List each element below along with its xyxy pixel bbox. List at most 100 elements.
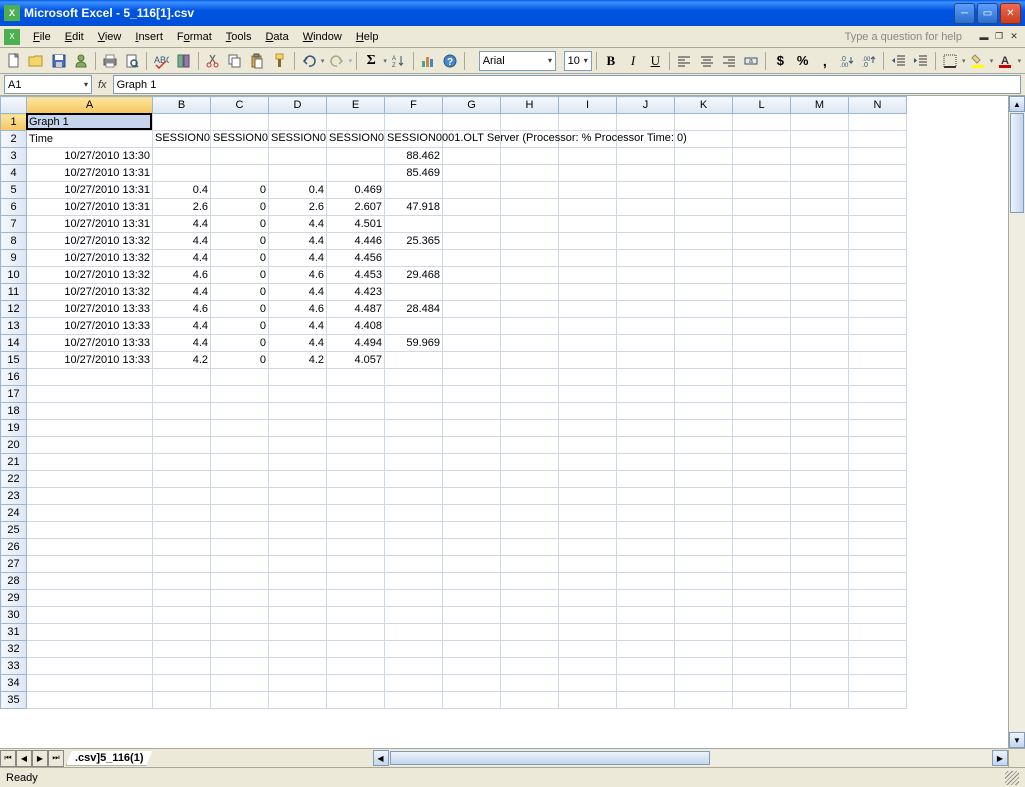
cell-D17[interactable] — [269, 386, 327, 403]
menu-insert[interactable]: Insert — [128, 29, 170, 45]
row-header-6[interactable]: 6 — [1, 199, 27, 216]
cell-I15[interactable] — [559, 352, 617, 369]
cell-A22[interactable] — [27, 471, 153, 488]
cell-K6[interactable] — [675, 199, 733, 216]
cell-E6[interactable]: 2.607 — [327, 199, 385, 216]
cell-B33[interactable] — [153, 658, 211, 675]
cell-G15[interactable] — [443, 352, 501, 369]
cell-A28[interactable] — [27, 573, 153, 590]
cell-J23[interactable] — [617, 488, 675, 505]
cell-C24[interactable] — [211, 505, 269, 522]
cell-A23[interactable] — [27, 488, 153, 505]
cell-C28[interactable] — [211, 573, 269, 590]
cell-E29[interactable] — [327, 590, 385, 607]
cell-L35[interactable] — [733, 692, 791, 709]
cell-N16[interactable] — [849, 369, 907, 386]
cell-L21[interactable] — [733, 454, 791, 471]
cell-N7[interactable] — [849, 216, 907, 233]
cell-I27[interactable] — [559, 556, 617, 573]
cell-B2[interactable]: SESSION0 — [153, 131, 211, 148]
cell-G10[interactable] — [443, 267, 501, 284]
cell-K18[interactable] — [675, 403, 733, 420]
cell-A32[interactable] — [27, 641, 153, 658]
cell-L27[interactable] — [733, 556, 791, 573]
cell-H23[interactable] — [501, 488, 559, 505]
cell-G32[interactable] — [443, 641, 501, 658]
cell-L4[interactable] — [733, 165, 791, 182]
cell-L11[interactable] — [733, 284, 791, 301]
cell-A2[interactable]: Time — [27, 131, 153, 148]
cell-L3[interactable] — [733, 148, 791, 165]
cell-F33[interactable] — [385, 658, 443, 675]
cell-N9[interactable] — [849, 250, 907, 267]
cell-E33[interactable] — [327, 658, 385, 675]
name-box[interactable]: A1▾ — [4, 75, 92, 94]
spelling-button[interactable]: ABC — [151, 50, 171, 72]
cell-M34[interactable] — [791, 675, 849, 692]
cell-L10[interactable] — [733, 267, 791, 284]
cell-K19[interactable] — [675, 420, 733, 437]
cell-C9[interactable]: 0 — [211, 250, 269, 267]
cell-N13[interactable] — [849, 318, 907, 335]
row-header-4[interactable]: 4 — [1, 165, 27, 182]
cell-D15[interactable]: 4.2 — [269, 352, 327, 369]
cell-B6[interactable]: 2.6 — [153, 199, 211, 216]
cell-G8[interactable] — [443, 233, 501, 250]
increase-indent-button[interactable] — [911, 50, 931, 72]
cell-F8[interactable]: 25.365 — [385, 233, 443, 250]
cell-G23[interactable] — [443, 488, 501, 505]
doc-restore-button[interactable]: ❐ — [992, 30, 1006, 44]
cell-E24[interactable] — [327, 505, 385, 522]
cell-M8[interactable] — [791, 233, 849, 250]
cell-J12[interactable] — [617, 301, 675, 318]
col-header-L[interactable]: L — [733, 97, 791, 114]
cell-C1[interactable] — [211, 114, 269, 131]
vertical-scroll-thumb[interactable] — [1010, 113, 1024, 213]
cell-I7[interactable] — [559, 216, 617, 233]
cell-I32[interactable] — [559, 641, 617, 658]
cell-M17[interactable] — [791, 386, 849, 403]
cell-M33[interactable] — [791, 658, 849, 675]
tab-prev-button[interactable]: ◀ — [16, 750, 32, 767]
cell-H5[interactable] — [501, 182, 559, 199]
cell-I33[interactable] — [559, 658, 617, 675]
row-header-13[interactable]: 13 — [1, 318, 27, 335]
horizontal-scroll-thumb[interactable] — [390, 751, 710, 765]
col-header-I[interactable]: I — [559, 97, 617, 114]
cell-H1[interactable] — [501, 114, 559, 131]
menu-format[interactable]: Format — [170, 29, 219, 45]
cell-A30[interactable] — [27, 607, 153, 624]
cell-A1[interactable]: Graph 1 — [27, 114, 153, 131]
italic-button[interactable]: I — [623, 50, 643, 72]
comma-button[interactable]: , — [815, 50, 835, 72]
cell-B35[interactable] — [153, 692, 211, 709]
row-header-21[interactable]: 21 — [1, 454, 27, 471]
cell-D3[interactable] — [269, 148, 327, 165]
cell-B18[interactable] — [153, 403, 211, 420]
cell-L24[interactable] — [733, 505, 791, 522]
cell-H7[interactable] — [501, 216, 559, 233]
cell-A9[interactable]: 10/27/2010 13:32 — [27, 250, 153, 267]
cell-F11[interactable] — [385, 284, 443, 301]
cell-N32[interactable] — [849, 641, 907, 658]
cell-N22[interactable] — [849, 471, 907, 488]
cell-H6[interactable] — [501, 199, 559, 216]
cell-B16[interactable] — [153, 369, 211, 386]
cell-N35[interactable] — [849, 692, 907, 709]
cell-J1[interactable] — [617, 114, 675, 131]
cell-N21[interactable] — [849, 454, 907, 471]
cell-B13[interactable]: 4.4 — [153, 318, 211, 335]
scroll-down-button[interactable]: ▼ — [1009, 732, 1025, 748]
row-header-27[interactable]: 27 — [1, 556, 27, 573]
cell-J30[interactable] — [617, 607, 675, 624]
cell-F25[interactable] — [385, 522, 443, 539]
cell-I12[interactable] — [559, 301, 617, 318]
doc-icon[interactable]: X — [4, 29, 20, 45]
cell-G18[interactable] — [443, 403, 501, 420]
cell-K30[interactable] — [675, 607, 733, 624]
cell-E30[interactable] — [327, 607, 385, 624]
cell-D30[interactable] — [269, 607, 327, 624]
scroll-up-button[interactable]: ▲ — [1009, 96, 1025, 112]
cell-D23[interactable] — [269, 488, 327, 505]
cell-F32[interactable] — [385, 641, 443, 658]
